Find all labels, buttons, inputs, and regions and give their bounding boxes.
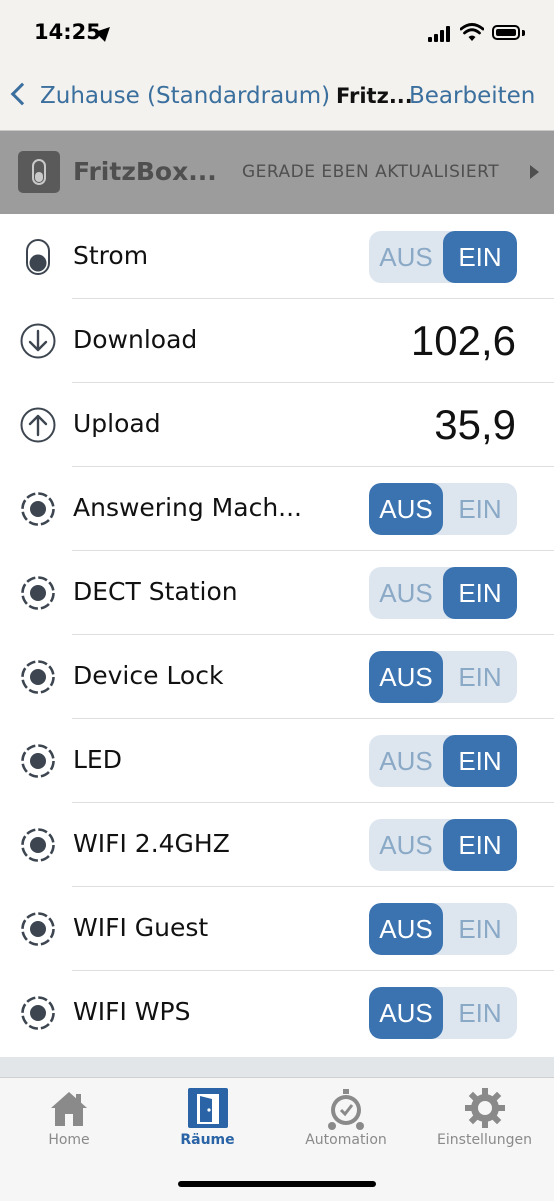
toggle-on-option[interactable]: EIN: [443, 819, 517, 871]
row-label: Answering Mach...: [73, 493, 303, 522]
battery-cap: [522, 30, 525, 36]
tab-r-ume[interactable]: Räume: [139, 1086, 277, 1148]
toggle-off-option[interactable]: AUS: [369, 567, 443, 619]
list-item-upload: Upload 35,9: [0, 383, 554, 467]
alarm-clock-icon: [324, 1086, 368, 1130]
on-off-toggle[interactable]: AUS EIN: [369, 231, 517, 283]
tab-einstellungen[interactable]: Einstellungen: [416, 1086, 554, 1148]
toggle-off-option[interactable]: AUS: [369, 735, 443, 787]
row-label: DECT Station: [73, 577, 238, 606]
on-off-toggle[interactable]: AUS EIN: [369, 987, 517, 1039]
device-status: GERADE EBEN AKTUALISIERT: [242, 162, 500, 182]
on-off-toggle[interactable]: AUS EIN: [369, 567, 517, 619]
toggle-on-option[interactable]: EIN: [443, 483, 517, 535]
dot-circle-icon: [20, 995, 56, 1031]
on-off-toggle[interactable]: AUS EIN: [369, 483, 517, 535]
status-time: 14:25: [34, 20, 101, 44]
list-item-answering-mach: Answering Mach... AUS EIN: [0, 467, 554, 551]
row-value: 35,9: [434, 401, 516, 448]
device-name: FritzBox...: [73, 157, 217, 186]
wifi-icon: [460, 23, 484, 41]
tab-label: Räume: [180, 1132, 235, 1148]
row-label: Device Lock: [73, 661, 224, 690]
back-button[interactable]: Zuhause (Standardraum): [40, 83, 330, 109]
dot-circle-icon: [20, 575, 56, 611]
list-item-device-lock: Device Lock AUS EIN: [0, 635, 554, 719]
on-off-toggle[interactable]: AUS EIN: [369, 903, 517, 955]
chevron-left-icon[interactable]: [10, 82, 34, 106]
device-switch-icon: [18, 151, 60, 193]
row-label: WIFI WPS: [73, 997, 191, 1026]
dot-circle-icon: [20, 743, 56, 779]
cellular-signal-icon: [428, 26, 454, 42]
gear-icon: [463, 1086, 507, 1130]
toggle-off-option[interactable]: AUS: [369, 483, 443, 535]
battery-icon: [492, 25, 520, 40]
home-indicator: [178, 1181, 376, 1187]
dot-circle-icon: [20, 911, 56, 947]
caret-right-icon[interactable]: [530, 165, 539, 179]
row-label: Download: [73, 325, 198, 354]
tab-label: Einstellungen: [437, 1132, 532, 1148]
download-arrow-icon: [20, 323, 56, 359]
list-footer-gap: [0, 1057, 554, 1077]
list-item-strom: Strom AUS EIN: [0, 215, 554, 299]
row-label: Strom: [73, 241, 149, 270]
row-label: WIFI Guest: [73, 913, 209, 942]
list-item-dect-station: DECT Station AUS EIN: [0, 551, 554, 635]
toggle-on-option[interactable]: EIN: [443, 567, 517, 619]
tab-label: Home: [48, 1132, 90, 1148]
characteristics-list: Strom AUS EIN Download 102,6 Upload 35,9 Answer…: [0, 215, 554, 1055]
toggle-off-option[interactable]: AUS: [369, 903, 443, 955]
upload-arrow-icon: [20, 407, 56, 443]
on-off-toggle[interactable]: AUS EIN: [369, 819, 517, 871]
page-title: Fritz...: [336, 84, 413, 108]
row-label: LED: [73, 745, 122, 774]
dot-circle-icon: [20, 659, 56, 695]
list-item-wifi-2-4ghz: WIFI 2.4GHZ AUS EIN: [0, 803, 554, 887]
tab-label: Automation: [305, 1132, 387, 1148]
status-bar: 14:25: [0, 0, 554, 64]
toggle-off-option[interactable]: AUS: [369, 651, 443, 703]
toggle-off-option[interactable]: AUS: [369, 819, 443, 871]
dot-circle-icon: [20, 491, 56, 527]
tab-automation[interactable]: Automation: [277, 1086, 415, 1148]
edit-button[interactable]: Bearbeiten: [409, 83, 535, 109]
row-label: Upload: [73, 409, 161, 438]
door-icon: [186, 1086, 230, 1130]
toggle-off-option[interactable]: AUS: [369, 231, 443, 283]
toggle-off-option[interactable]: AUS: [369, 987, 443, 1039]
toggle-on-option[interactable]: EIN: [443, 231, 517, 283]
row-value: 102,6: [410, 317, 516, 364]
list-item-led: LED AUS EIN: [0, 719, 554, 803]
tab-home[interactable]: Home: [0, 1086, 138, 1148]
row-label: WIFI 2.4GHZ: [73, 829, 230, 858]
power-switch-icon: [20, 239, 56, 275]
toggle-on-option[interactable]: EIN: [443, 903, 517, 955]
navigation-bar: Zuhause (Standardraum) Fritz... Bearbeit…: [0, 64, 554, 131]
on-off-toggle[interactable]: AUS EIN: [369, 651, 517, 703]
list-item-wifi-wps: WIFI WPS AUS EIN: [0, 971, 554, 1055]
list-item-download: Download 102,6: [0, 299, 554, 383]
toggle-on-option[interactable]: EIN: [443, 735, 517, 787]
dot-circle-icon: [20, 827, 56, 863]
list-item-wifi-guest: WIFI Guest AUS EIN: [0, 887, 554, 971]
toggle-on-option[interactable]: EIN: [443, 651, 517, 703]
device-header[interactable]: FritzBox... GERADE EBEN AKTUALISIERT: [0, 131, 554, 214]
on-off-toggle[interactable]: AUS EIN: [369, 735, 517, 787]
house-icon: [47, 1086, 91, 1130]
toggle-on-option[interactable]: EIN: [443, 987, 517, 1039]
